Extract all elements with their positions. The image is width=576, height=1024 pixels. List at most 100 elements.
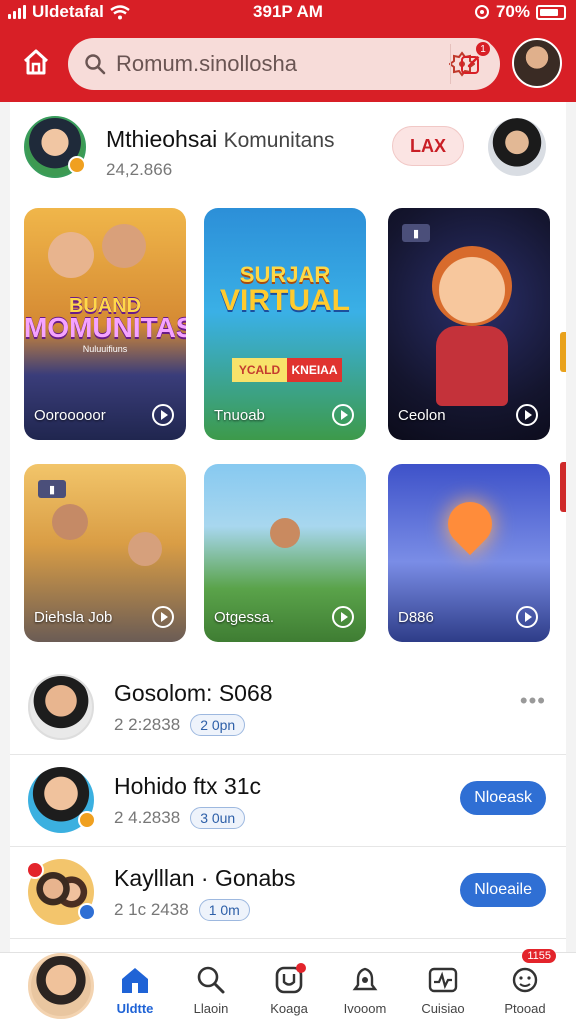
list-avatar[interactable] (26, 859, 96, 925)
featured-avatar[interactable] (24, 116, 86, 178)
list-item-pill: 2 0pn (190, 714, 246, 736)
tile-person-figure (48, 232, 94, 278)
list-item-meta: 2 1c 2438 1 0m (114, 899, 250, 921)
video-tile-6[interactable]: D886 (388, 464, 550, 642)
search-bar[interactable]: Romum.sinollosha 1 (68, 38, 500, 90)
list-item-pill: 3 0un (190, 807, 246, 829)
featured-name: Mthieohsai (106, 126, 218, 152)
tile-label: D886 (398, 609, 434, 626)
home-button[interactable] (18, 44, 54, 80)
carousel-peek (560, 332, 566, 372)
tile-title-top: SURJAR (239, 262, 331, 287)
nav-label: Uldtte (116, 1001, 154, 1016)
nav-label: Ivooom (343, 1001, 387, 1016)
verified-badge (68, 156, 86, 174)
nav-label: Ptooad (504, 1001, 546, 1016)
battery-icon (536, 4, 566, 20)
featured-member-avatar[interactable] (488, 118, 546, 176)
featured-title: Mthieohsai Komunitans (106, 126, 335, 153)
bottom-nav: Uldtte Llaoin Koaga Ivooom Cuisiao 1155 … (0, 949, 576, 1024)
list-item-title: Hohido ftx 31c (114, 773, 262, 799)
home-icon (122, 968, 148, 993)
play-icon[interactable] (332, 606, 354, 628)
list-avatar[interactable] (28, 767, 96, 833)
my-avatar[interactable] (28, 953, 94, 1019)
join-button[interactable]: Nloeaile (460, 873, 546, 907)
featured-tag-button[interactable]: LAX (392, 126, 464, 166)
compose-badge: 1 (474, 40, 492, 58)
video-tile-5[interactable]: Otgessa. (204, 464, 366, 642)
notification-badge (26, 861, 44, 879)
list-item[interactable]: Hohido ftx 31c 2 4.2838 3 0un Nloeask (10, 754, 566, 846)
nav-home[interactable]: Uldtte (100, 963, 170, 1016)
search-icon (197, 966, 225, 994)
compose-button[interactable]: 1 (450, 40, 492, 84)
main-content: Mthieohsai Komunitans 24,2.866 LAX BUAND… (10, 102, 566, 952)
list-item[interactable]: Gosolom: S068 2 2:2838 2 0pn ••• (10, 662, 566, 754)
top-bar: Uldetafal 391P AM 70% Romum.sinollosha 1 (0, 0, 576, 102)
list-item-count: 2 1c 2438 (114, 900, 189, 919)
status-badge (78, 811, 96, 829)
video-tile-4[interactable]: ▮ Diehsla Job (24, 464, 186, 642)
play-icon[interactable] (516, 404, 538, 426)
list-item-count: 2 4.2838 (114, 808, 181, 827)
video-tile-2[interactable]: SURJAR VIRTUAL YCALD KNEIAA Tnuoab (204, 208, 366, 440)
play-icon[interactable] (516, 606, 538, 628)
tile-person-figure (128, 532, 162, 566)
tile-title-main: MOMUNITAS (24, 312, 186, 343)
tile-label: Otgessa. (214, 609, 275, 626)
cartoon-body (436, 326, 508, 406)
flag-icon: ▮ (38, 480, 66, 498)
profile-face-icon (512, 967, 538, 993)
list-item-meta: 2 2:2838 2 0pn (114, 714, 246, 736)
more-options-icon[interactable]: ••• (520, 688, 546, 714)
nav-alerts[interactable]: Ivooom (330, 963, 400, 1016)
play-icon[interactable] (152, 606, 174, 628)
tile-label: Diehsla Job (34, 609, 113, 626)
battery-percent: 70% (495, 2, 530, 21)
status-right: 70% (474, 2, 566, 22)
flag-icon: ▮ (402, 224, 430, 242)
tile-label: Tnuoab (214, 407, 265, 424)
list-item-meta: 2 4.2838 3 0un (114, 807, 246, 829)
list-item-title: Kaylllan · Gonabs (114, 865, 296, 891)
play-icon[interactable] (332, 404, 354, 426)
nav-profile[interactable]: 1155 Ptooad (490, 949, 560, 1016)
search-icon (85, 54, 106, 75)
activity-icon (428, 967, 458, 993)
notification-dot (296, 963, 306, 973)
list-avatar[interactable] (28, 674, 94, 740)
tile-person-figure (52, 504, 88, 540)
nav-activity[interactable]: Cuisiao (408, 963, 478, 1016)
list-item[interactable]: Kaylllan · Gonabs 2 1c 2438 1 0m Nloeail… (10, 846, 566, 938)
profile-avatar[interactable] (512, 38, 562, 88)
tile-title-main: VIRTUAL (220, 284, 350, 317)
nav-label: Koaga (270, 1001, 308, 1016)
video-tile-1[interactable]: BUAND MOMUNITAS Nuluuifiuns Oorooooor (24, 208, 186, 440)
featured-count: 24,2.866 (106, 160, 173, 179)
tile-label: Oorooooor (34, 407, 106, 424)
carousel-peek (560, 462, 566, 512)
tile-label: Ceolon (398, 407, 446, 424)
join-button[interactable]: Nloeask (460, 781, 546, 815)
alarm-icon (474, 5, 489, 19)
bell-icon (352, 967, 378, 991)
search-input[interactable]: Romum.sinollosha (116, 51, 442, 77)
nav-search[interactable]: Llaoin (176, 963, 246, 1016)
tile-person-figure (270, 518, 300, 548)
notification-count: 1155 (522, 949, 556, 963)
featured-community[interactable]: Mthieohsai Komunitans 24,2.866 LAX (10, 102, 566, 190)
list-item-title: Gosolom: S068 (114, 680, 273, 706)
tile-banner-left: YCALD (232, 358, 287, 382)
tile-person-figure (102, 224, 146, 268)
list-divider (10, 938, 566, 952)
list-item-count: 2 2:2838 (114, 715, 181, 734)
list-item-pill: 1 0m (198, 899, 250, 921)
nav-label: Cuisiao (421, 1001, 465, 1016)
video-tile-3[interactable]: ▮ Ceolon (388, 208, 550, 440)
nav-create[interactable]: Koaga (254, 963, 324, 1016)
play-icon[interactable] (152, 404, 174, 426)
nav-label: Llaoin (193, 1001, 229, 1016)
status-bar: Uldetafal 391P AM 70% (0, 0, 576, 26)
home-icon (23, 49, 49, 75)
